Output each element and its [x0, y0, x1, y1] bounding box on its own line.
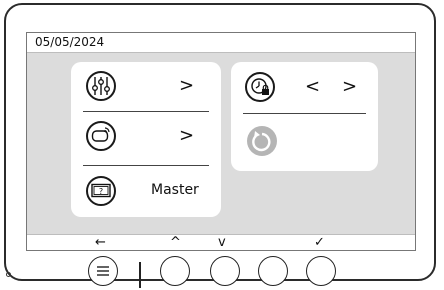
hw-back-button[interactable] — [160, 256, 190, 286]
chevron-left-icon[interactable]: < — [305, 78, 320, 96]
chevron-right-icon[interactable]: > — [342, 78, 357, 96]
up-arrow-icon[interactable]: ^ — [170, 235, 181, 250]
divider — [83, 111, 209, 112]
confirm-check-icon[interactable]: ✓ — [314, 235, 325, 250]
chevron-right-icon[interactable]: > — [179, 127, 194, 145]
divider — [243, 113, 366, 114]
hw-up-button[interactable] — [210, 256, 240, 286]
menu-row-sliders[interactable]: > — [71, 62, 221, 110]
nav-bar: ← ^ v ✓ — [27, 234, 415, 250]
menu-row-intercom[interactable]: > — [71, 114, 221, 162]
status-bar: 05/05/2024 — [27, 33, 415, 53]
hw-down-button[interactable] — [258, 256, 288, 286]
menu-row-reset[interactable] — [231, 118, 378, 166]
button-separator — [139, 262, 141, 288]
sliders-icon — [86, 71, 116, 101]
settings-card-right: < > — [231, 62, 378, 171]
intercom-device-icon — [86, 121, 116, 151]
settings-card-left: > > ? Master — [71, 62, 221, 217]
back-arrow-icon[interactable]: ← — [95, 235, 106, 250]
menu-button[interactable] — [88, 256, 118, 286]
reset-icon[interactable] — [245, 124, 279, 158]
lcd-screen: 05/05/2024 > > ? Master < > ← ^ v ✓ — [26, 32, 416, 251]
master-label: Master — [151, 182, 199, 198]
chevron-right-icon[interactable]: > — [179, 77, 194, 95]
down-arrow-icon[interactable]: v — [218, 235, 226, 250]
status-led — [6, 272, 11, 277]
date-label: 05/05/2024 — [35, 35, 105, 49]
clock-lock-icon — [245, 72, 275, 102]
hw-confirm-button[interactable] — [306, 256, 336, 286]
menu-row-master[interactable]: ? Master — [71, 168, 221, 216]
divider — [83, 165, 209, 166]
menu-row-clock[interactable]: < > — [231, 62, 378, 110]
hamburger-icon — [97, 266, 109, 276]
svg-text:?: ? — [99, 187, 103, 196]
help-monitor-icon: ? — [86, 176, 116, 206]
